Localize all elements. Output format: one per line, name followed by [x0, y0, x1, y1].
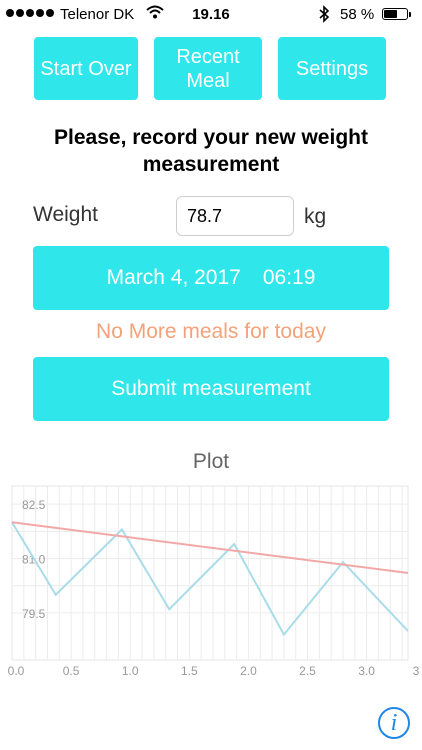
time-label: 06:19	[262, 266, 316, 289]
start-over-button[interactable]: Start Over	[34, 37, 138, 100]
y-tick-label: 82.5	[22, 498, 46, 512]
x-tick-label: 2.0	[240, 664, 257, 678]
x-tick-label: 1.0	[122, 664, 139, 678]
date-label: March 4, 2017	[106, 266, 241, 289]
x-tick-label: 0.5	[63, 664, 80, 678]
submit-measurement-button[interactable]: Submit measurement	[33, 357, 389, 421]
weight-plot: 82.581.079.50.0 0.5 1.0 1.5 2.0 2.5 3.0 3	[8, 485, 420, 678]
recent-meal-button[interactable]: Recent Meal	[154, 37, 262, 100]
weight-label: Weight	[33, 203, 98, 226]
x-tick-label: 2.5	[299, 664, 316, 678]
battery-icon	[382, 8, 408, 20]
x-tick-label: 3	[413, 664, 420, 678]
weight-unit-label: kg	[304, 205, 327, 228]
status-bar: Telenor DK 19.16 58 %	[0, 0, 422, 32]
date-time-picker-button[interactable]: March 4, 2017 06:19	[33, 246, 389, 310]
x-tick-label: 0.0	[8, 664, 25, 678]
battery-percent: 58 %	[340, 6, 375, 23]
info-icon[interactable]: i	[378, 707, 410, 739]
y-tick-label: 79.5	[22, 607, 46, 621]
x-tick-label: 1.5	[181, 664, 198, 678]
page-title: Please, record your new weight measureme…	[54, 126, 368, 176]
meal-warning: No More meals for today	[96, 320, 326, 343]
bluetooth-icon	[319, 5, 330, 23]
settings-button[interactable]: Settings	[278, 37, 386, 100]
x-tick-label: 3.0	[358, 664, 375, 678]
plot-title: Plot	[192, 450, 230, 473]
weight-input[interactable]	[176, 196, 294, 236]
